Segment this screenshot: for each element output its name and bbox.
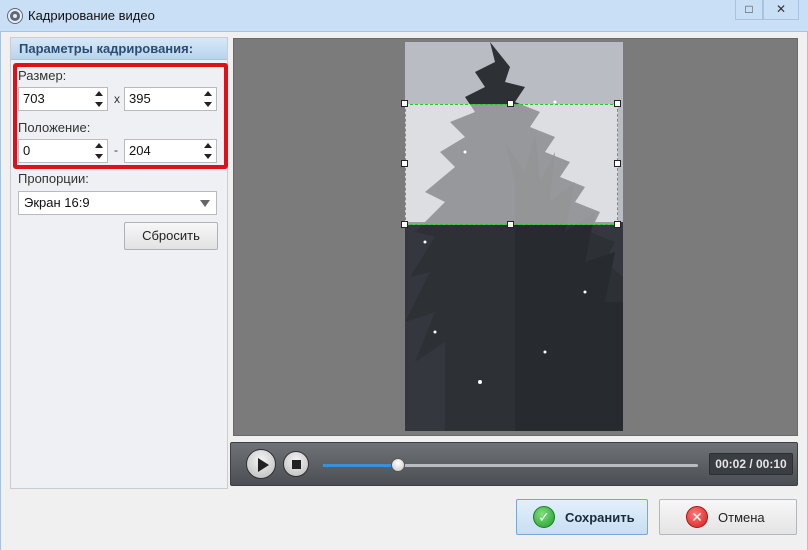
time-display: 00:02 / 00:10: [709, 453, 793, 475]
crop-handle-bottom-left[interactable]: [401, 221, 408, 228]
close-icon: ✕: [686, 506, 708, 528]
play-button[interactable]: [246, 449, 276, 479]
chevron-down-icon: [200, 200, 210, 207]
proportions-select[interactable]: Экран 16:9: [18, 191, 217, 215]
proportions-value: Экран 16:9: [24, 195, 90, 210]
crop-handle-bottom-right[interactable]: [614, 221, 621, 228]
maximize-button[interactable]: □: [735, 0, 763, 20]
stop-button[interactable]: [283, 451, 309, 477]
checkmark-icon: ✓: [533, 506, 555, 528]
save-button[interactable]: ✓ Сохранить: [516, 499, 648, 535]
title-bar: Кадрирование видео □ ✕: [0, 0, 808, 32]
crop-handle-left[interactable]: [401, 160, 408, 167]
player-controls: 00:02 / 00:10: [230, 442, 798, 486]
tree-image: [405, 42, 623, 431]
panel-header: Параметры кадрирования:: [11, 38, 227, 60]
highlight-box: [13, 63, 228, 169]
seek-bar[interactable]: [323, 458, 698, 472]
crop-rectangle[interactable]: [405, 104, 618, 225]
cancel-button[interactable]: ✕ Отмена: [659, 499, 797, 535]
proportions-label: Пропорции:: [18, 171, 89, 186]
save-button-label: Сохранить: [565, 510, 635, 525]
film-reel-icon: [8, 9, 22, 23]
stop-icon: [292, 460, 301, 469]
seek-bar-fill: [323, 464, 398, 467]
crop-handle-right[interactable]: [614, 160, 621, 167]
seek-knob[interactable]: [391, 458, 405, 472]
crop-handle-top-left[interactable]: [401, 100, 408, 107]
close-button[interactable]: ✕: [763, 0, 799, 20]
video-frame: [405, 42, 623, 431]
play-icon: [258, 458, 269, 472]
crop-handle-bottom[interactable]: [507, 221, 514, 228]
reset-button[interactable]: Сбросить: [124, 222, 218, 250]
window-title: Кадрирование видео: [28, 8, 155, 23]
crop-handle-top[interactable]: [507, 100, 514, 107]
crop-handle-top-right[interactable]: [614, 100, 621, 107]
cancel-button-label: Отмена: [718, 510, 765, 525]
